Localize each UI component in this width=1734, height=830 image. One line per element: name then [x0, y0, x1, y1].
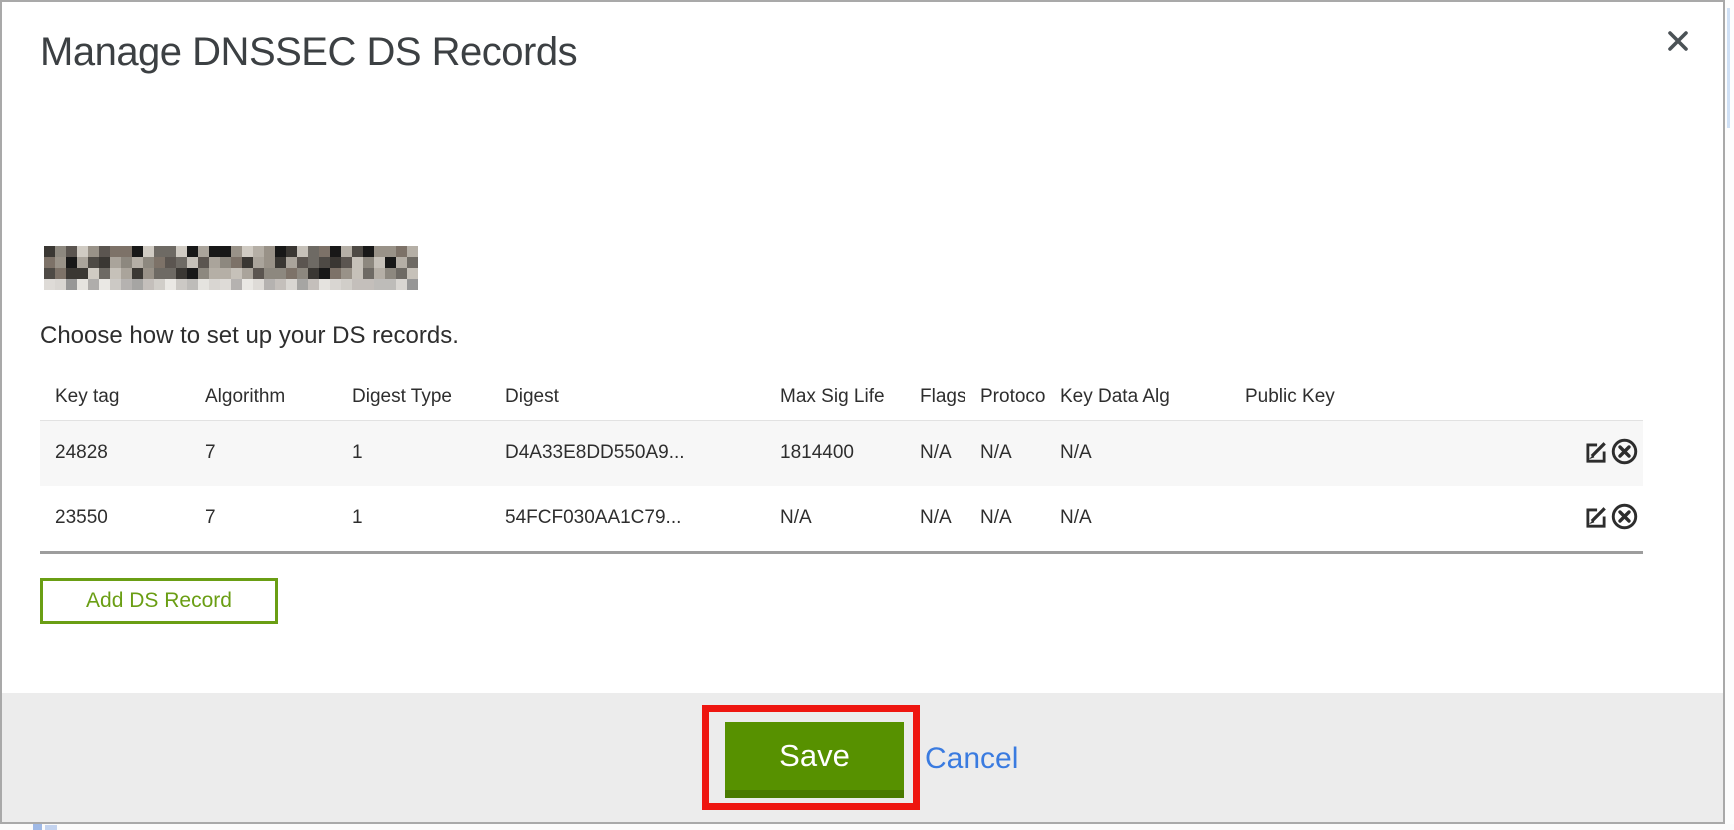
- cell-key-data-alg: N/A: [1045, 486, 1230, 552]
- background-page-strip: [0, 824, 1734, 830]
- cell-key-data-alg: N/A: [1045, 420, 1230, 486]
- table-row: 23550 7 1 54FCF030AA1C79... N/A N/A N/A …: [40, 486, 1643, 552]
- header-actions: [1580, 368, 1643, 420]
- setup-instruction: Choose how to set up your DS records.: [40, 322, 459, 350]
- ds-records-table: Key tag Algorithm Digest Type Digest Max…: [40, 368, 1643, 554]
- cell-digest: 54FCF030AA1C79...: [490, 486, 765, 552]
- cell-key-tag: 23550: [40, 486, 190, 552]
- header-protocol: Protocol: [965, 368, 1045, 420]
- edit-icon: [1583, 518, 1609, 533]
- delete-record-button[interactable]: [1611, 503, 1638, 533]
- cell-public-key: [1230, 420, 1580, 486]
- cell-protocol: N/A: [965, 486, 1045, 552]
- edit-record-button[interactable]: [1583, 439, 1609, 468]
- table-header-row: Key tag Algorithm Digest Type Digest Max…: [40, 368, 1643, 420]
- modal-footer: Save Cancel: [2, 693, 1723, 822]
- background-page-fragment: [45, 825, 57, 830]
- edit-icon: [1583, 453, 1609, 468]
- add-ds-record-button[interactable]: Add DS Record: [40, 578, 278, 624]
- delete-circle-x-icon: [1611, 518, 1638, 533]
- cell-algorithm: 7: [190, 486, 337, 552]
- cancel-link[interactable]: Cancel: [925, 742, 1018, 776]
- header-public-key: Public Key: [1230, 368, 1580, 420]
- cell-key-tag: 24828: [40, 420, 190, 486]
- edit-record-button[interactable]: [1583, 504, 1609, 533]
- header-max-sig-life: Max Sig Life: [765, 368, 905, 420]
- dnssec-ds-records-modal: Manage DNSSEC DS Records Choose how to s…: [0, 0, 1725, 824]
- cell-flags: N/A: [905, 486, 965, 552]
- cell-digest-type: 1: [337, 420, 490, 486]
- redacted-domain: [44, 246, 418, 290]
- header-flags: Flags: [905, 368, 965, 420]
- header-digest: Digest: [490, 368, 765, 420]
- background-page-fragment: [33, 824, 42, 830]
- cell-max-sig-life: 1814400: [765, 420, 905, 486]
- close-button[interactable]: [1660, 24, 1696, 60]
- delete-record-button[interactable]: [1611, 438, 1638, 468]
- cell-digest-type: 1: [337, 486, 490, 552]
- cell-flags: N/A: [905, 420, 965, 486]
- header-key-tag: Key tag: [40, 368, 190, 420]
- cell-protocol: N/A: [965, 420, 1045, 486]
- save-button[interactable]: Save: [725, 722, 904, 798]
- background-scrollbar-sliver: [1727, 8, 1730, 128]
- cell-max-sig-life: N/A: [765, 486, 905, 552]
- modal-title: Manage DNSSEC DS Records: [40, 30, 577, 75]
- cell-digest: D4A33E8DD550A9...: [490, 420, 765, 486]
- cell-public-key: [1230, 486, 1580, 552]
- cell-algorithm: 7: [190, 420, 337, 486]
- close-icon: [1664, 27, 1692, 58]
- table-row: 24828 7 1 D4A33E8DD550A9... 1814400 N/A …: [40, 420, 1643, 486]
- header-algorithm: Algorithm: [190, 368, 337, 420]
- header-key-data-alg: Key Data Alg: [1045, 368, 1230, 420]
- delete-circle-x-icon: [1611, 453, 1638, 468]
- header-digest-type: Digest Type: [337, 368, 490, 420]
